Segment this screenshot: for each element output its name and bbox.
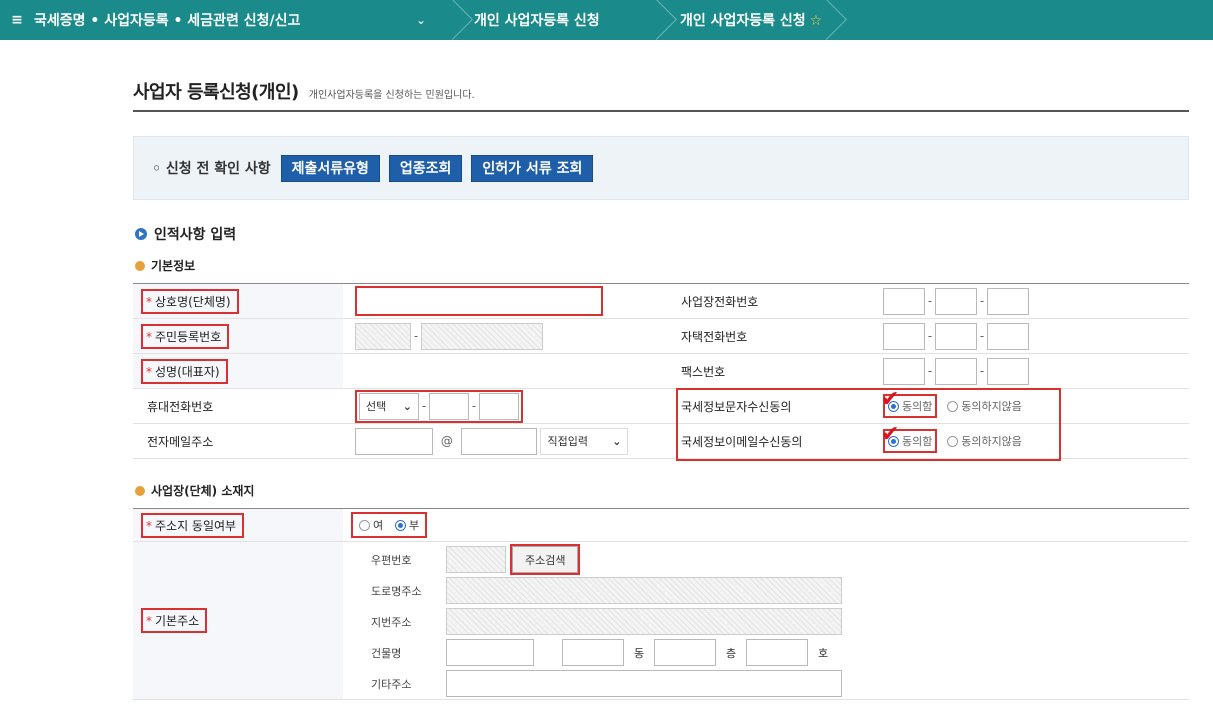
bullet-icon — [135, 485, 145, 496]
page-title: 사업자 등록신청(개인) — [133, 82, 299, 103]
base-address-label: * 기본주소 — [141, 608, 208, 633]
checkmark-icon: ✔ — [881, 387, 900, 412]
location-heading: 사업장(단체) 소재지 — [135, 482, 254, 499]
resident-no-1 — [355, 322, 411, 350]
breadcrumb-current-label: 개인 사업자등록 신청 — [680, 13, 806, 29]
sms-disagree-radio[interactable] — [947, 400, 959, 412]
precheck-box: ◦ 신청 전 확인 사항 제출서류유형 업종조회 인허가 서류 조회 — [133, 136, 1189, 200]
home-phone-2[interactable] — [935, 322, 977, 350]
page-header: 사업자 등록신청(개인) 개인사업자등록을 신청하는 민원입니다. — [133, 78, 475, 104]
biz-phone-3[interactable] — [987, 287, 1029, 315]
menu-icon[interactable]: ≡ — [0, 12, 34, 28]
email-label: 전자메일주소 — [133, 423, 343, 459]
home-phone-1[interactable] — [883, 322, 925, 350]
name-value — [343, 353, 673, 389]
floor-unit: 층 — [725, 646, 737, 660]
mobile-3[interactable] — [479, 392, 519, 420]
mobile-2[interactable] — [429, 392, 469, 420]
fax-3[interactable] — [987, 357, 1029, 385]
mobile-input-group: 선택 ⌄ - - — [355, 389, 523, 423]
title-divider — [133, 110, 1189, 112]
location-table: * 주소지 동일여부 여 부 * 기본주소 우편번호 주소검색 도로명주소 지번주소 — [133, 508, 1189, 700]
dong-input[interactable] — [562, 639, 624, 666]
home-phone-3[interactable] — [987, 322, 1029, 350]
building-input[interactable] — [446, 639, 534, 666]
fax-2[interactable] — [935, 357, 977, 385]
resident-no-2 — [421, 322, 543, 350]
breadcrumb-category[interactable]: 국세증명 • 사업자등록 • 세금관련 신청/신고 — [34, 10, 394, 30]
checkmark-icon: ✔ — [881, 422, 900, 447]
lot-address-label: 지번주소 — [371, 615, 412, 629]
email-disagree-option[interactable]: 동의하지않음 — [947, 434, 1022, 448]
biz-phone-label: 사업장전화번호 — [673, 283, 883, 319]
industry-search-button[interactable]: 업종조회 — [388, 154, 463, 182]
email-disagree-radio[interactable] — [947, 435, 959, 447]
page-description: 개인사업자등록을 신청하는 민원입니다. — [308, 90, 475, 101]
permit-doc-search-button[interactable]: 인허가 서류 조회 — [471, 154, 594, 182]
building-label: 건물명 — [371, 646, 402, 660]
biz-phone-2[interactable] — [935, 287, 977, 315]
ho-input[interactable] — [746, 639, 808, 666]
same-address-no-radio[interactable] — [394, 519, 406, 531]
road-address-input — [446, 577, 842, 604]
same-address-label: * 주소지 동일여부 — [141, 512, 245, 538]
personal-info-heading: 인적사항 입력 — [135, 224, 236, 244]
location-heading-text: 사업장(단체) 소재지 — [151, 484, 255, 498]
road-address-label: 도로명주소 — [371, 584, 422, 598]
address-search-highlight: 주소검색 — [510, 544, 581, 575]
sms-disagree-option[interactable]: 동의하지않음 — [947, 399, 1022, 413]
email-domain-input[interactable] — [460, 427, 537, 455]
postcode-label: 우편번호 — [371, 553, 412, 567]
sms-consent-label: 국세정보문자수신동의 — [673, 388, 883, 424]
trade-name-label: * 상호명(단체명) — [141, 288, 239, 314]
postcode-input — [446, 546, 506, 573]
address-search-button[interactable]: 주소검색 — [512, 546, 579, 573]
fax-label: 팩스번호 — [673, 353, 883, 389]
basic-info-heading: 기본정보 — [135, 257, 195, 274]
floor-input[interactable] — [654, 639, 716, 666]
personal-info-heading-text: 인적사항 입력 — [154, 227, 237, 243]
basic-info-table: * 상호명(단체명) 사업장전화번호 -- * 주민등록번호 - 자택전화번호 --… — [133, 283, 1189, 459]
top-navigation-bar: ≡ 국세증명 • 사업자등록 • 세금관련 신청/신고 ⌄ 개인 사업자등록 신… — [0, 0, 1213, 40]
breadcrumb-separator — [652, 0, 670, 40]
breadcrumb-current: 개인 사업자등록 신청 ☆ — [670, 10, 822, 30]
at-sign: @ — [440, 434, 453, 448]
home-phone-label: 자택전화번호 — [673, 318, 883, 354]
trade-name-input[interactable] — [355, 286, 603, 316]
chevron-down-icon: ⌄ — [402, 399, 412, 413]
ho-unit: 호 — [817, 646, 829, 660]
name-label: * 성명(대표자) — [141, 358, 228, 384]
email-consent-label: 국세정보이메일수신동의 — [673, 423, 883, 459]
chevron-down-icon: ⌄ — [612, 434, 622, 448]
email-local-input[interactable] — [355, 427, 433, 455]
email-domain-select[interactable]: 직접입력 ⌄ — [540, 427, 629, 455]
etc-address-input[interactable] — [446, 670, 842, 697]
precheck-label: ◦ 신청 전 확인 사항 — [152, 161, 271, 177]
same-address-radio-group: 여 부 — [351, 512, 428, 538]
breadcrumb-service[interactable]: 개인 사업자등록 신청 — [466, 10, 652, 30]
lot-address-input — [446, 608, 842, 635]
biz-phone-1[interactable] — [883, 287, 925, 315]
fax-1[interactable] — [883, 357, 925, 385]
basic-info-heading-text: 기본정보 — [151, 259, 196, 273]
dong-unit: 동 — [633, 646, 645, 660]
resident-no-label: * 주민등록번호 — [141, 323, 230, 349]
arrow-circle-icon — [135, 228, 147, 240]
mobile-label: 휴대전화번호 — [133, 388, 343, 424]
mobile-prefix-select[interactable]: 선택 ⌄ — [359, 392, 419, 420]
breadcrumb-separator — [822, 0, 840, 40]
same-address-yes-radio[interactable] — [359, 519, 370, 531]
breadcrumb-separator — [448, 0, 466, 40]
document-type-button[interactable]: 제출서류유형 — [280, 154, 380, 182]
etc-address-label: 기타주소 — [371, 677, 412, 691]
bullet-icon — [135, 260, 145, 271]
